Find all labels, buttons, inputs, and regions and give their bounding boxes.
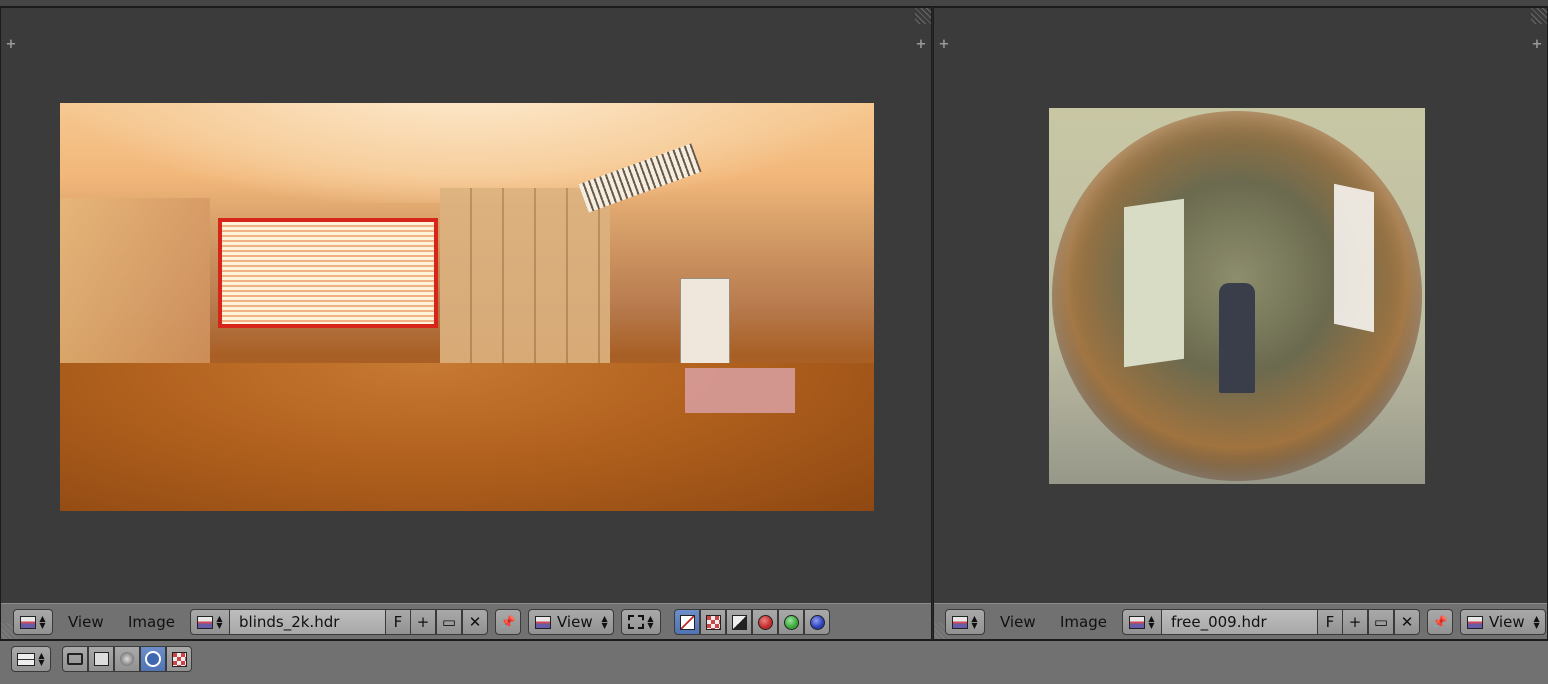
- plus-icon: +: [1348, 613, 1362, 631]
- toolbar-expand-icon[interactable]: +: [4, 38, 18, 52]
- new-image-button[interactable]: +: [410, 609, 436, 635]
- properties-expand-icon[interactable]: +: [914, 38, 928, 52]
- top-area-strip: [0, 0, 1548, 7]
- new-image-button[interactable]: +: [1342, 609, 1368, 635]
- texture-tab[interactable]: [166, 646, 192, 672]
- image-menu[interactable]: Image: [1060, 613, 1107, 631]
- up-down-arrows-icon: ▲ ▼: [647, 614, 654, 630]
- draw-channels-green-button[interactable]: [778, 609, 804, 635]
- texture-icon: [171, 651, 187, 667]
- camera-icon: [67, 653, 83, 665]
- render-layers-tab[interactable]: [88, 646, 114, 672]
- z-buffer-icon: [731, 614, 747, 630]
- image-editor-icon: [951, 615, 968, 629]
- image-name-field[interactable]: blinds_2k.hdr: [229, 609, 386, 635]
- up-down-arrows-icon: ▲ ▼: [38, 651, 45, 667]
- scene-icon: [120, 652, 134, 666]
- draw-channels-red-button[interactable]: [752, 609, 778, 635]
- checker-icon: [705, 614, 721, 630]
- render-layers-icon: [93, 652, 109, 666]
- close-icon: ✕: [1400, 613, 1414, 631]
- image-icon: [1128, 615, 1145, 629]
- editor-type-selector[interactable]: ▲ ▼: [13, 609, 53, 635]
- unlink-image-button[interactable]: ✕: [462, 609, 488, 635]
- up-down-arrows-icon: ▲ ▼: [971, 614, 978, 630]
- hdr-light-probe-image: [1049, 108, 1425, 484]
- draw-channels-alpha-button[interactable]: [700, 609, 726, 635]
- mode-dropdown-label: View: [557, 613, 593, 631]
- red-channel-icon: [757, 614, 773, 630]
- world-icon: [145, 651, 161, 667]
- view-menu[interactable]: View: [1000, 613, 1036, 631]
- fake-user-button[interactable]: F: [385, 609, 411, 635]
- image-icon: [1467, 615, 1483, 629]
- scene-tab[interactable]: [114, 646, 140, 672]
- image-editor-right[interactable]: + + ▲ ▼ View Image ▲ ▼ free_009.hdr F + ▭ …: [933, 7, 1548, 640]
- pin-button[interactable]: 📌: [1427, 609, 1453, 635]
- mode-dropdown[interactable]: View ▲ ▼: [528, 609, 614, 635]
- color-alpha-icon: [679, 614, 695, 630]
- up-down-arrows-icon: ▲ ▼: [1148, 614, 1155, 630]
- green-channel-icon: [783, 614, 799, 630]
- unlink-image-button[interactable]: ✕: [1394, 609, 1420, 635]
- folder-icon: ▭: [441, 613, 457, 631]
- browse-image-button[interactable]: ▲ ▼: [190, 609, 230, 635]
- up-down-arrows-icon: ▲ ▼: [601, 614, 608, 630]
- mode-dropdown[interactable]: View ▲ ▼: [1460, 609, 1546, 635]
- world-tab[interactable]: [140, 646, 166, 672]
- image-editor-header: ▲ ▼ View Image ▲ ▼ blinds_2k.hdr F + ▭ ✕ 📌…: [1, 603, 931, 639]
- image-editor-left[interactable]: + + ▲ ▼ View Image ▲ ▼ blinds_2k.hdr F + ▭…: [0, 7, 932, 640]
- browse-image-button[interactable]: ▲ ▼: [1122, 609, 1162, 635]
- properties-expand-icon[interactable]: +: [1530, 38, 1544, 52]
- close-icon: ✕: [468, 613, 482, 631]
- image-menu[interactable]: Image: [128, 613, 175, 631]
- folder-icon: ▭: [1373, 613, 1389, 631]
- image-icon: [196, 615, 213, 629]
- pin-icon: 📌: [1432, 615, 1448, 629]
- properties-header: ▲ ▼: [0, 640, 1548, 684]
- image-canvas[interactable]: [1049, 108, 1425, 484]
- image-icon: [535, 615, 551, 629]
- up-down-arrows-icon: ▲ ▼: [39, 614, 46, 630]
- hdr-panorama-image: [60, 103, 874, 511]
- fake-user-button[interactable]: F: [1317, 609, 1343, 635]
- toolbar-expand-icon[interactable]: +: [937, 38, 951, 52]
- image-editor-icon: [19, 615, 36, 629]
- draw-channels-color-alpha-button[interactable]: [674, 609, 700, 635]
- open-image-button[interactable]: ▭: [436, 609, 462, 635]
- pin-button[interactable]: 📌: [495, 609, 521, 635]
- render-tab[interactable]: [62, 646, 88, 672]
- mode-dropdown-label: View: [1489, 613, 1525, 631]
- up-down-arrows-icon: ▲ ▼: [216, 614, 223, 630]
- image-canvas[interactable]: [60, 103, 874, 511]
- pivot-selector[interactable]: ▲ ▼: [621, 609, 661, 635]
- draw-channels-z-buffer-button[interactable]: [726, 609, 752, 635]
- image-editor-header: ▲ ▼ View Image ▲ ▼ free_009.hdr F + ▭ ✕ 📌 …: [934, 603, 1547, 639]
- up-down-arrows-icon: ▲ ▼: [1533, 614, 1540, 630]
- plus-icon: +: [416, 613, 430, 631]
- image-name-field[interactable]: free_009.hdr: [1161, 609, 1318, 635]
- pivot-icon: [627, 615, 644, 629]
- properties-icon: [16, 652, 35, 666]
- area-split-corner[interactable]: [915, 8, 931, 24]
- editor-type-selector[interactable]: ▲ ▼: [945, 609, 985, 635]
- view-menu[interactable]: View: [68, 613, 104, 631]
- pin-icon: 📌: [500, 615, 516, 629]
- area-split-corner[interactable]: [1531, 8, 1547, 24]
- draw-channels-blue-button[interactable]: [804, 609, 830, 635]
- editor-type-selector[interactable]: ▲ ▼: [11, 646, 51, 672]
- open-image-button[interactable]: ▭: [1368, 609, 1394, 635]
- blue-channel-icon: [809, 614, 825, 630]
